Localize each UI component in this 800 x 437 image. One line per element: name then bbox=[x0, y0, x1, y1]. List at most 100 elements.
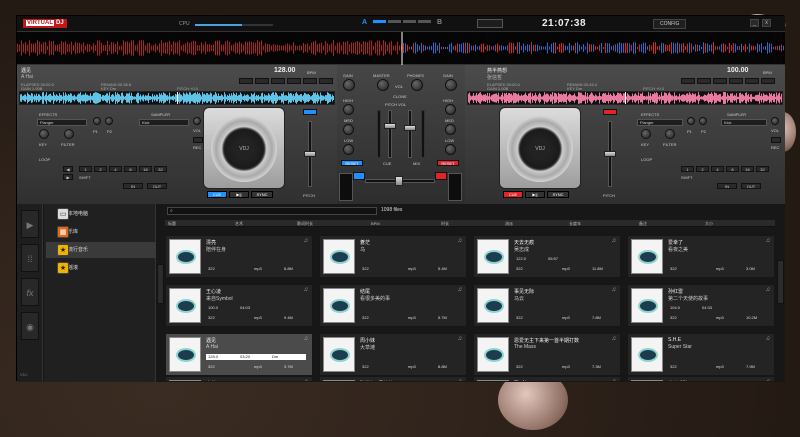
column-title[interactable]: 标题 bbox=[168, 221, 176, 227]
column-comment[interactable]: 备注 bbox=[639, 221, 647, 227]
deck-left-sync-button[interactable]: SYNC bbox=[251, 191, 273, 198]
mixer-volume-right-slider[interactable] bbox=[408, 110, 412, 158]
browser-side-tab-right[interactable] bbox=[777, 260, 784, 304]
deck-left-mode-6[interactable] bbox=[319, 78, 333, 84]
column-size[interactable]: 大小 bbox=[705, 221, 713, 227]
deck-left-pitch-handle[interactable] bbox=[304, 151, 316, 157]
deck-right-pitch-reset[interactable] bbox=[603, 109, 617, 115]
deck-right-cue-button[interactable]: CUE bbox=[503, 191, 523, 198]
track-card[interactable]: 恩爱无主下来第一首半期打数 The Mass ♫ 322 mp3 7.3M bbox=[473, 333, 621, 376]
deck-left-loop-2[interactable]: 2 bbox=[94, 166, 107, 172]
deck-left-effect-select[interactable]: Flanger bbox=[37, 119, 87, 126]
mixer-eq-med-right-knob[interactable] bbox=[445, 124, 456, 135]
mixer-reset-left-button[interactable]: RESET bbox=[341, 160, 363, 166]
deck-left-sampler-vol-knob[interactable] bbox=[193, 117, 201, 125]
deck-left-p2[interactable]: P2 bbox=[107, 129, 112, 134]
browser-side-tab-left[interactable] bbox=[157, 264, 164, 304]
deck-left-p1[interactable]: P1 bbox=[93, 129, 98, 134]
deck-right-loop-8[interactable]: 8 bbox=[726, 166, 739, 172]
deck-right-filter-knob[interactable] bbox=[665, 129, 675, 139]
deck-right-p1[interactable]: P1 bbox=[687, 129, 692, 134]
deck-left-mode-1[interactable] bbox=[239, 78, 253, 84]
deck-left-out-button[interactable]: OUT bbox=[147, 183, 167, 189]
tree-item-pop[interactable]: ★ 流行音乐 bbox=[46, 242, 156, 258]
deck-right-pitch-handle[interactable] bbox=[604, 151, 616, 157]
deck-right-sync-button[interactable]: SYNC bbox=[547, 191, 569, 198]
deck-left-loop-next[interactable]: ▶ bbox=[63, 174, 73, 180]
headphone-cue-right[interactable] bbox=[435, 172, 447, 180]
crossfader-mini-1[interactable] bbox=[373, 20, 386, 23]
column-bpm[interactable]: BPM bbox=[371, 221, 380, 226]
deck-right-rec-button[interactable] bbox=[771, 137, 781, 143]
deck-left-cue-button[interactable]: CUE bbox=[207, 191, 227, 198]
search-input[interactable]: ⌕ bbox=[167, 207, 377, 215]
mixer-master-vol-knob[interactable] bbox=[377, 79, 389, 91]
sampler-tab-icon[interactable]: ⁞⁞ bbox=[21, 244, 39, 272]
mixer-eq-low-left-knob[interactable] bbox=[343, 144, 354, 155]
deck-right-loop-32[interactable]: 32 bbox=[756, 166, 769, 172]
deck-left-sampler-select[interactable]: Kick bbox=[139, 119, 189, 126]
track-card[interactable]: 孙红雷 第二个天使的故事 ♫ 104.0 04:33 322 mp3 10.2M bbox=[627, 284, 775, 327]
track-card[interactable]: 周小妹 大草滩 ♫ 322 mp3 8.8M bbox=[319, 333, 467, 376]
headphone-cue-left[interactable] bbox=[353, 172, 365, 180]
track-overview[interactable] bbox=[17, 32, 785, 65]
deck-left-mode-3[interactable] bbox=[271, 78, 285, 84]
track-card[interactable]: S.H.E Super Star ♫ 322 mp3 7.9M bbox=[627, 333, 775, 376]
mixer-gain-left-knob[interactable] bbox=[343, 79, 355, 91]
track-card[interactable]: 蒼茫 乌 ♫ 322 mp3 5.4M bbox=[319, 235, 467, 278]
deck-right-loop-16[interactable]: 16 bbox=[741, 166, 754, 172]
mixer-eq-high-right-knob[interactable] bbox=[445, 104, 456, 115]
crossfader-mini-2[interactable] bbox=[388, 20, 401, 23]
track-card[interactable]: 遇见 A Hai ♫ 128.0 03:20 Dm 322 mp3 3.7M bbox=[165, 333, 313, 376]
deck-left-loop-8[interactable]: 8 bbox=[124, 166, 137, 172]
deck-left-loop-16[interactable]: 16 bbox=[139, 166, 152, 172]
deck-right-mode-3[interactable] bbox=[713, 78, 727, 84]
crossfader-mini-4[interactable] bbox=[418, 20, 431, 23]
deck-right-sampler-vol-knob[interactable] bbox=[771, 117, 779, 125]
tree-item-library[interactable]: ▦ 乐库 bbox=[46, 224, 156, 240]
deck-left-loop-1[interactable]: 1 bbox=[79, 166, 92, 172]
track-card[interactable]: 张学友&周华健 蒙蒙飞 ♫ bbox=[319, 376, 467, 382]
deck-a-indicator[interactable]: A bbox=[362, 19, 367, 26]
deck-right-fx-knob-2[interactable] bbox=[699, 117, 707, 125]
deck-right-p2[interactable]: P2 bbox=[701, 129, 706, 134]
deck-right-loop-2[interactable]: 2 bbox=[696, 166, 709, 172]
config-button[interactable]: CONFIG bbox=[653, 19, 687, 29]
deck-left-rec-button[interactable] bbox=[193, 137, 203, 143]
deck-right-play-button[interactable]: ▶|| bbox=[525, 191, 545, 198]
mixer-eq-high-left-knob[interactable] bbox=[343, 104, 354, 115]
deck-left-mode-2[interactable] bbox=[255, 78, 269, 84]
deck-left-mode-5[interactable] bbox=[303, 78, 317, 84]
deck-left-fx-knob-1[interactable] bbox=[93, 117, 101, 125]
mixer-phones-vol-knob[interactable] bbox=[411, 79, 423, 91]
deck-right-loop-1[interactable]: 1 bbox=[681, 166, 694, 172]
mixer-volume-left-handle[interactable] bbox=[384, 123, 396, 129]
browser-tab-icon[interactable]: ▶ bbox=[21, 210, 39, 238]
deck-left-loop-32[interactable]: 32 bbox=[154, 166, 167, 172]
layout-toggle[interactable] bbox=[477, 19, 503, 28]
deck-right-mode-4[interactable] bbox=[729, 78, 743, 84]
close-button[interactable]: x bbox=[762, 19, 771, 27]
deck-right-mode-1[interactable] bbox=[681, 78, 695, 84]
deck-right-sampler-select[interactable]: Kick bbox=[721, 119, 767, 126]
deck-right-in-button[interactable]: IN bbox=[717, 183, 737, 189]
effects-tab-icon[interactable]: fx bbox=[21, 278, 39, 306]
column-lyrics[interactable]: 歌词时长 bbox=[297, 221, 313, 227]
track-card[interactable]: 事见无际 马云 ♫ 322 mp3 7.8M bbox=[473, 284, 621, 327]
column-year[interactable]: 长度年 bbox=[569, 221, 581, 227]
deck-left-pitch-reset[interactable] bbox=[303, 109, 317, 115]
mixer-volume-left-slider[interactable] bbox=[388, 110, 392, 158]
minimize-button[interactable]: _ bbox=[750, 19, 759, 27]
deck-b-indicator[interactable]: B bbox=[437, 19, 442, 26]
column-genre[interactable]: 流派 bbox=[505, 221, 513, 227]
mixer-reset-right-button[interactable]: RESET bbox=[437, 160, 459, 166]
deck-left-fx-knob-2[interactable] bbox=[105, 117, 113, 125]
deck-right-effect-select[interactable]: Flanger bbox=[637, 119, 683, 126]
deck-right-mode-2[interactable] bbox=[697, 78, 711, 84]
track-card[interactable]: 爱幸了 看夜之美 ♫ 322 mp3 3.0M bbox=[627, 235, 775, 278]
track-card[interactable]: 结尾 看很多美的事 ♫ 322 mp3 5.7M bbox=[319, 284, 467, 327]
track-card[interactable]: Shakira Waka Waka ♫ bbox=[473, 376, 621, 382]
track-card[interactable]: 天去无痕 吴志成 ♫ 122.0 05:57 322 mp3 11.8M bbox=[473, 235, 621, 278]
deck-right-key-knob[interactable] bbox=[641, 129, 651, 139]
tree-item-computer[interactable]: ▭ 本地电脑 bbox=[46, 206, 156, 222]
